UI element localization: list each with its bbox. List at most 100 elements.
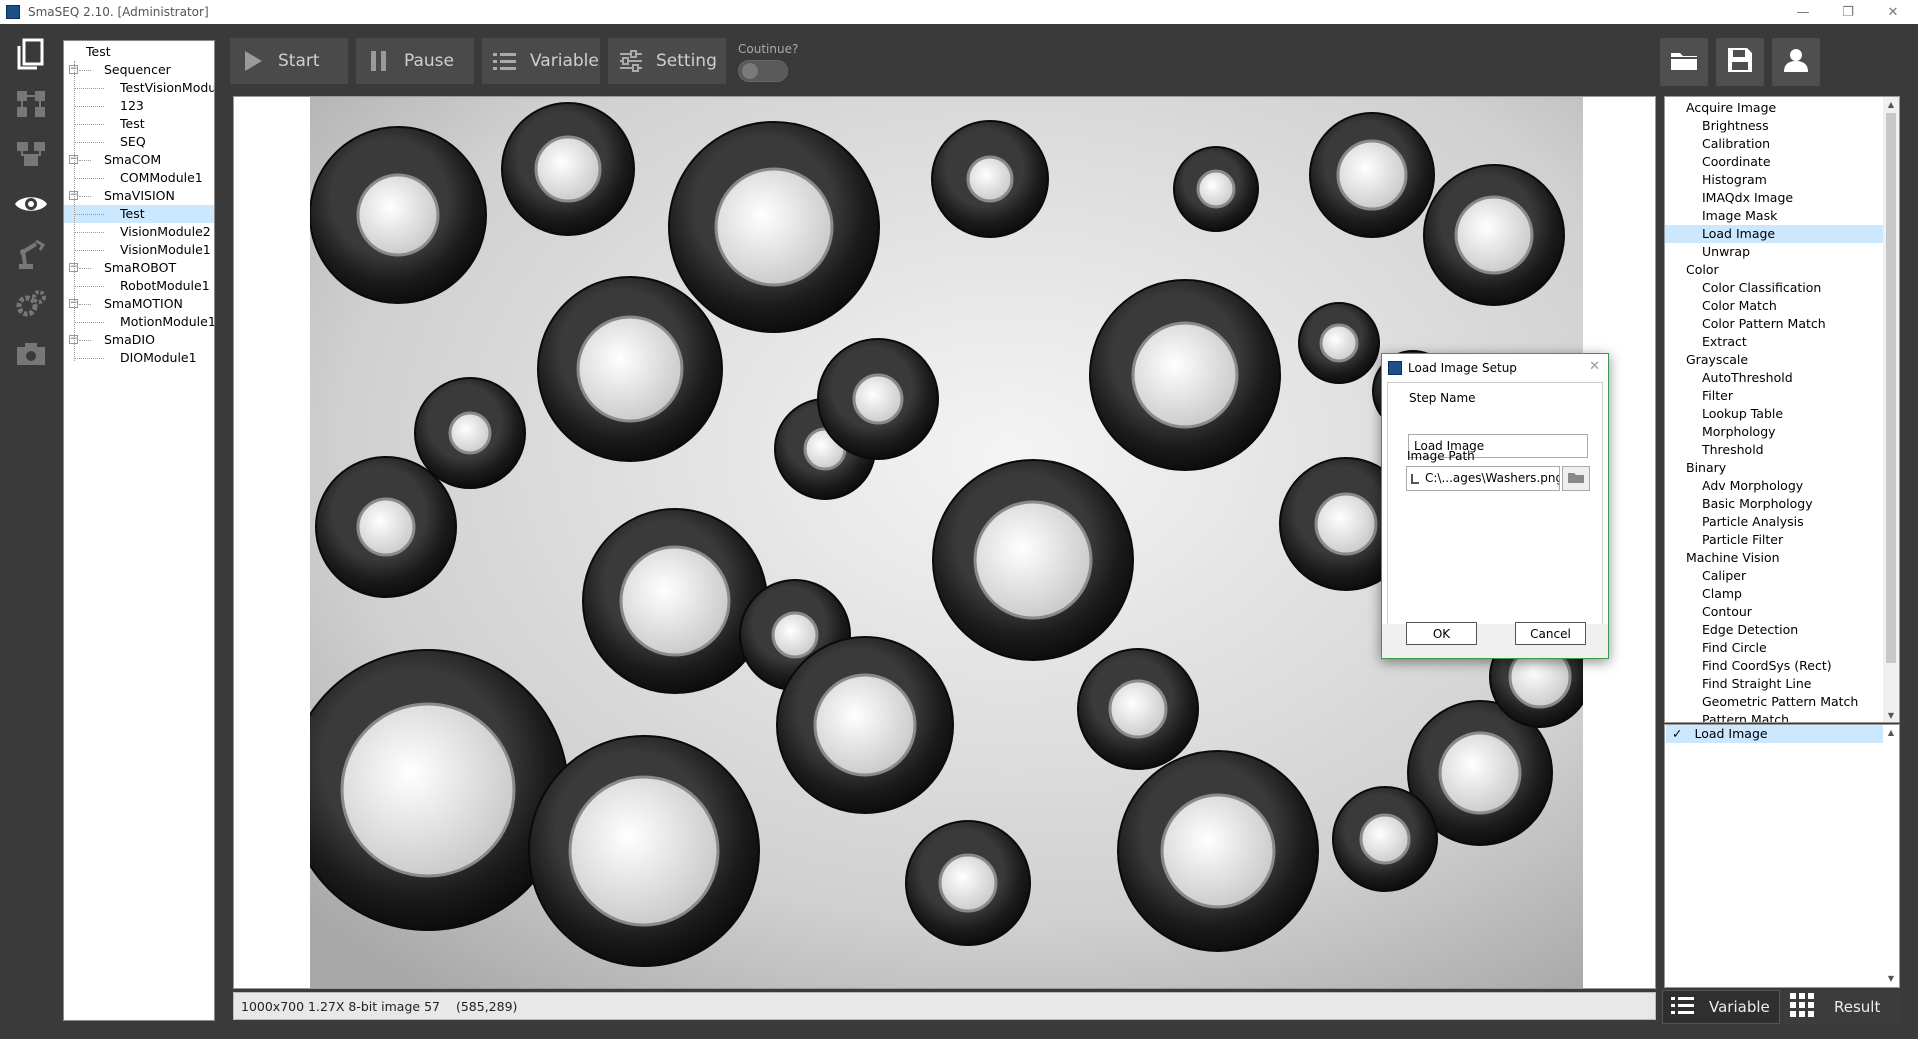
start-button[interactable]: Start bbox=[230, 38, 348, 84]
pause-button[interactable]: Pause bbox=[356, 38, 474, 84]
step-item[interactable]: Geometric Pattern Match bbox=[1665, 693, 1883, 711]
step-item-label: AutoThreshold bbox=[1702, 370, 1793, 385]
tree-node[interactable]: VisionModule2 bbox=[64, 223, 214, 241]
step-item[interactable]: Caliper bbox=[1665, 567, 1883, 585]
step-palette-scrollbar[interactable]: ▲ ▼ bbox=[1883, 97, 1899, 722]
step-item[interactable]: Coordinate bbox=[1665, 153, 1883, 171]
dialog-title: Load Image Setup bbox=[1408, 361, 1517, 375]
step-item[interactable]: Particle Analysis bbox=[1665, 513, 1883, 531]
ok-button[interactable]: OK bbox=[1406, 622, 1477, 645]
tree-node[interactable]: − SmaDIO bbox=[64, 331, 214, 349]
save-button[interactable] bbox=[1716, 38, 1764, 86]
step-item[interactable]: Load Image bbox=[1665, 225, 1883, 243]
scroll-down-icon[interactable]: ▼ bbox=[1883, 971, 1899, 987]
variable-button[interactable]: Variable bbox=[482, 38, 600, 84]
step-item[interactable]: Threshold bbox=[1665, 441, 1883, 459]
tree-node[interactable]: − SmaMOTION bbox=[64, 295, 214, 313]
minimize-button[interactable]: — bbox=[1780, 0, 1826, 24]
step-item[interactable]: Lookup Table bbox=[1665, 405, 1883, 423]
continue-toggle[interactable] bbox=[738, 60, 788, 82]
path-icon bbox=[1411, 474, 1419, 484]
result-tab[interactable]: Result bbox=[1784, 990, 1902, 1024]
setting-button[interactable]: Setting bbox=[608, 38, 726, 84]
document-icon[interactable] bbox=[12, 36, 50, 72]
dialog-titlebar[interactable]: Load Image Setup bbox=[1382, 354, 1608, 382]
step-item[interactable]: Edge Detection bbox=[1665, 621, 1883, 639]
eye-icon[interactable] bbox=[12, 186, 50, 222]
sequence-item[interactable]: ✓ Load Image bbox=[1666, 725, 1883, 743]
image-path-field[interactable]: C:\...ages\Washers.png bbox=[1406, 466, 1560, 491]
cancel-button[interactable]: Cancel bbox=[1515, 622, 1586, 645]
open-folder-button[interactable] bbox=[1660, 38, 1708, 86]
step-item[interactable]: Morphology bbox=[1665, 423, 1883, 441]
maximize-button[interactable]: ❐ bbox=[1825, 0, 1871, 24]
sequence-list[interactable]: ✓ Load Image ▲ ▼ bbox=[1664, 724, 1900, 988]
tree-node[interactable]: VisionModule1 bbox=[64, 241, 214, 259]
tree-node[interactable]: − SmaROBOT bbox=[64, 259, 214, 277]
status-bar: 1000x700 1.27X 8-bit image 57 (585,289) bbox=[233, 992, 1656, 1020]
step-item[interactable]: Find Straight Line bbox=[1665, 675, 1883, 693]
tree-node-label: 123 bbox=[120, 98, 144, 113]
project-tree[interactable]: Test − Sequencer TestVisionModu 123 Test SEQ − S… bbox=[63, 40, 215, 1021]
step-item[interactable]: IMAQdx Image bbox=[1665, 189, 1883, 207]
tree-node[interactable]: COMModule1 bbox=[64, 169, 214, 187]
step-item[interactable]: Pattern Match bbox=[1665, 711, 1883, 723]
step-item[interactable]: Adv Morphology bbox=[1665, 477, 1883, 495]
step-item[interactable]: Clamp bbox=[1665, 585, 1883, 603]
tree-node[interactable]: RobotModule1 bbox=[64, 277, 214, 295]
camera-icon[interactable] bbox=[12, 336, 50, 372]
scroll-up-icon[interactable]: ▲ bbox=[1883, 725, 1899, 741]
step-item[interactable]: Image Mask bbox=[1665, 207, 1883, 225]
tree-node[interactable]: Test bbox=[64, 43, 214, 61]
step-item[interactable]: Brightness bbox=[1665, 117, 1883, 135]
step-item[interactable]: Filter bbox=[1665, 387, 1883, 405]
step-item[interactable]: Color Classification bbox=[1665, 279, 1883, 297]
step-item[interactable]: Particle Filter bbox=[1665, 531, 1883, 549]
tree-connector bbox=[79, 160, 91, 161]
step-category[interactable]: Binary bbox=[1665, 459, 1883, 477]
tree-node[interactable]: TestVisionModu bbox=[64, 79, 214, 97]
close-button[interactable]: ✕ bbox=[1870, 0, 1916, 24]
dialog-close-button[interactable]: ✕ bbox=[1589, 359, 1600, 374]
gears-icon[interactable] bbox=[12, 286, 50, 322]
tree-node[interactable]: − Sequencer bbox=[64, 61, 214, 79]
step-item[interactable]: Find Circle bbox=[1665, 639, 1883, 657]
step-category-label: Acquire Image bbox=[1686, 100, 1777, 115]
tree-node-label: SEQ bbox=[120, 134, 146, 149]
robot-arm-icon[interactable] bbox=[12, 236, 50, 272]
scroll-thumb[interactable] bbox=[1886, 113, 1896, 663]
user-button[interactable] bbox=[1772, 38, 1820, 86]
image-path-value: C:\...ages\Washers.png bbox=[1425, 471, 1560, 485]
step-category[interactable]: Machine Vision bbox=[1665, 549, 1883, 567]
scroll-down-icon[interactable]: ▼ bbox=[1883, 708, 1899, 722]
variable-tab[interactable]: Variable bbox=[1662, 990, 1780, 1024]
step-item[interactable]: Unwrap bbox=[1665, 243, 1883, 261]
step-item[interactable]: Extract bbox=[1665, 333, 1883, 351]
step-category[interactable]: Acquire Image bbox=[1665, 99, 1883, 117]
step-item[interactable]: AutoThreshold bbox=[1665, 369, 1883, 387]
flow-icon[interactable] bbox=[12, 86, 50, 122]
step-item[interactable]: Color Match bbox=[1665, 297, 1883, 315]
step-item-label: Pattern Match bbox=[1702, 712, 1790, 723]
step-item[interactable]: Calibration bbox=[1665, 135, 1883, 153]
tree-node[interactable]: − SmaCOM bbox=[64, 151, 214, 169]
step-item[interactable]: Contour bbox=[1665, 603, 1883, 621]
tree-node[interactable]: MotionModule1 bbox=[64, 313, 214, 331]
step-item[interactable]: Color Pattern Match bbox=[1665, 315, 1883, 333]
step-item[interactable]: Basic Morphology bbox=[1665, 495, 1883, 513]
tree-node[interactable]: Test bbox=[64, 115, 214, 133]
tree-node[interactable]: Test bbox=[64, 205, 214, 223]
tree-node[interactable]: − SmaVISION bbox=[64, 187, 214, 205]
step-item[interactable]: Find CoordSys (Rect) bbox=[1665, 657, 1883, 675]
step-palette[interactable]: ▲ ▼ Acquire Image Brightness Calibration Co… bbox=[1664, 96, 1900, 723]
step-item-label: Caliper bbox=[1702, 568, 1747, 583]
tree-node[interactable]: SEQ bbox=[64, 133, 214, 151]
step-category[interactable]: Grayscale bbox=[1665, 351, 1883, 369]
tree-node[interactable]: DIOModule1 bbox=[64, 349, 214, 367]
scroll-up-icon[interactable]: ▲ bbox=[1883, 97, 1899, 113]
step-category[interactable]: Color bbox=[1665, 261, 1883, 279]
tree-node[interactable]: 123 bbox=[64, 97, 214, 115]
module-icon[interactable] bbox=[12, 136, 50, 172]
browse-button[interactable] bbox=[1562, 466, 1590, 491]
step-item[interactable]: Histogram bbox=[1665, 171, 1883, 189]
